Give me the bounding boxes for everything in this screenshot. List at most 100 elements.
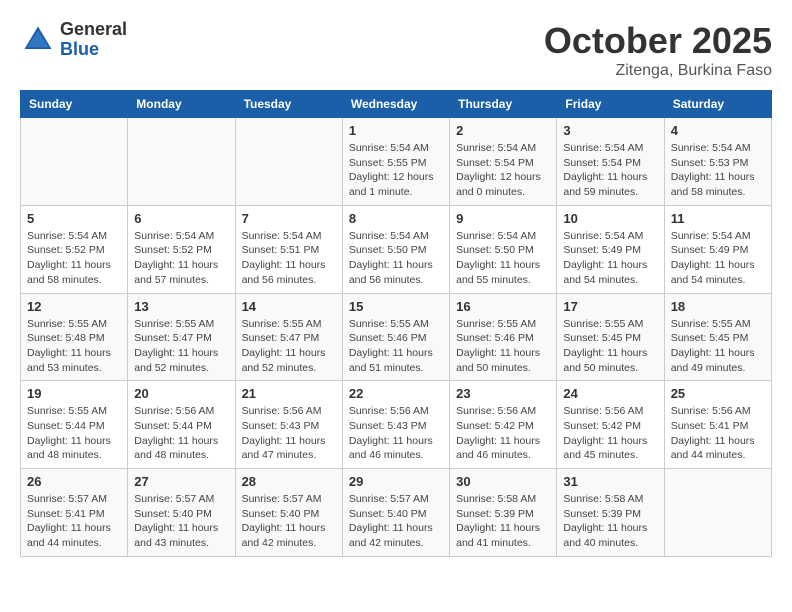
day-number: 12	[27, 299, 121, 314]
day-info: Sunrise: 5:54 AMSunset: 5:51 PMDaylight:…	[242, 229, 336, 288]
calendar-cell: 29 Sunrise: 5:57 AMSunset: 5:40 PMDayligh…	[342, 469, 449, 557]
day-number: 14	[242, 299, 336, 314]
day-info: Sunrise: 5:54 AMSunset: 5:49 PMDaylight:…	[563, 229, 657, 288]
calendar-cell: 2 Sunrise: 5:54 AMSunset: 5:54 PMDaylight…	[450, 118, 557, 206]
day-number: 25	[671, 386, 765, 401]
day-number: 29	[349, 474, 443, 489]
calendar-cell: 4 Sunrise: 5:54 AMSunset: 5:53 PMDaylight…	[664, 118, 771, 206]
day-info: Sunrise: 5:55 AMSunset: 5:47 PMDaylight:…	[242, 317, 336, 376]
day-info: Sunrise: 5:55 AMSunset: 5:47 PMDaylight:…	[134, 317, 228, 376]
day-number: 16	[456, 299, 550, 314]
day-info: Sunrise: 5:55 AMSunset: 5:46 PMDaylight:…	[456, 317, 550, 376]
calendar-body: 1Sunrise: 5:54 AMSunset: 5:55 PMDaylight…	[21, 118, 772, 557]
day-number: 27	[134, 474, 228, 489]
day-info: Sunrise: 5:56 AMSunset: 5:41 PMDaylight:…	[671, 404, 765, 463]
day-number: 31	[563, 474, 657, 489]
day-info: Sunrise: 5:54 AMSunset: 5:53 PMDaylight:…	[671, 141, 765, 200]
logo: General Blue	[20, 20, 127, 60]
weekday-header-thursday: Thursday	[450, 91, 557, 118]
calendar-cell: 19Sunrise: 5:55 AMSunset: 5:44 PMDayligh…	[21, 381, 128, 469]
weekday-header-wednesday: Wednesday	[342, 91, 449, 118]
calendar-cell: 27 Sunrise: 5:57 AMSunset: 5:40 PMDayligh…	[128, 469, 235, 557]
calendar-cell: 3 Sunrise: 5:54 AMSunset: 5:54 PMDaylight…	[557, 118, 664, 206]
day-number: 11	[671, 211, 765, 226]
calendar-week-1: 5 Sunrise: 5:54 AMSunset: 5:52 PMDaylight…	[21, 205, 772, 293]
day-number: 3	[563, 123, 657, 138]
calendar-cell: 22 Sunrise: 5:56 AMSunset: 5:43 PMDayligh…	[342, 381, 449, 469]
day-info: Sunrise: 5:57 AMSunset: 5:40 PMDaylight:…	[349, 492, 443, 551]
page-header: General Blue October 2025 Zitenga, Burki…	[20, 20, 772, 80]
calendar-cell: 23Sunrise: 5:56 AMSunset: 5:42 PMDayligh…	[450, 381, 557, 469]
day-info: Sunrise: 5:54 AMSunset: 5:50 PMDaylight:…	[349, 229, 443, 288]
calendar-cell: 28Sunrise: 5:57 AMSunset: 5:40 PMDayligh…	[235, 469, 342, 557]
day-info: Sunrise: 5:54 AMSunset: 5:52 PMDaylight:…	[27, 229, 121, 288]
day-number: 22	[349, 386, 443, 401]
weekday-header-saturday: Saturday	[664, 91, 771, 118]
weekday-row: SundayMondayTuesdayWednesdayThursdayFrid…	[21, 91, 772, 118]
day-info: Sunrise: 5:56 AMSunset: 5:43 PMDaylight:…	[349, 404, 443, 463]
day-info: Sunrise: 5:54 AMSunset: 5:50 PMDaylight:…	[456, 229, 550, 288]
weekday-header-tuesday: Tuesday	[235, 91, 342, 118]
calendar-cell: 17Sunrise: 5:55 AMSunset: 5:45 PMDayligh…	[557, 293, 664, 381]
day-number: 10	[563, 211, 657, 226]
day-number: 9	[456, 211, 550, 226]
day-number: 21	[242, 386, 336, 401]
day-number: 24	[563, 386, 657, 401]
calendar-cell	[235, 118, 342, 206]
calendar-cell	[664, 469, 771, 557]
day-number: 1	[349, 123, 443, 138]
day-info: Sunrise: 5:56 AMSunset: 5:42 PMDaylight:…	[456, 404, 550, 463]
logo-icon	[20, 22, 56, 58]
day-info: Sunrise: 5:55 AMSunset: 5:46 PMDaylight:…	[349, 317, 443, 376]
calendar-cell: 16 Sunrise: 5:55 AMSunset: 5:46 PMDayligh…	[450, 293, 557, 381]
day-info: Sunrise: 5:55 AMSunset: 5:45 PMDaylight:…	[563, 317, 657, 376]
day-number: 26	[27, 474, 121, 489]
calendar-cell: 9 Sunrise: 5:54 AMSunset: 5:50 PMDaylight…	[450, 205, 557, 293]
calendar-cell: 26 Sunrise: 5:57 AMSunset: 5:41 PMDayligh…	[21, 469, 128, 557]
day-info: Sunrise: 5:56 AMSunset: 5:42 PMDaylight:…	[563, 404, 657, 463]
day-number: 20	[134, 386, 228, 401]
day-info: Sunrise: 5:57 AMSunset: 5:41 PMDaylight:…	[27, 492, 121, 551]
calendar-cell: 14 Sunrise: 5:55 AMSunset: 5:47 PMDayligh…	[235, 293, 342, 381]
calendar-cell: 12Sunrise: 5:55 AMSunset: 5:48 PMDayligh…	[21, 293, 128, 381]
day-number: 2	[456, 123, 550, 138]
calendar-cell: 24 Sunrise: 5:56 AMSunset: 5:42 PMDayligh…	[557, 381, 664, 469]
calendar-cell	[21, 118, 128, 206]
calendar-cell: 5 Sunrise: 5:54 AMSunset: 5:52 PMDaylight…	[21, 205, 128, 293]
calendar-cell: 8 Sunrise: 5:54 AMSunset: 5:50 PMDaylight…	[342, 205, 449, 293]
day-info: Sunrise: 5:56 AMSunset: 5:44 PMDaylight:…	[134, 404, 228, 463]
weekday-header-friday: Friday	[557, 91, 664, 118]
day-info: Sunrise: 5:58 AMSunset: 5:39 PMDaylight:…	[456, 492, 550, 551]
calendar-table: SundayMondayTuesdayWednesdayThursdayFrid…	[20, 90, 772, 557]
day-number: 18	[671, 299, 765, 314]
logo-blue-text: Blue	[60, 40, 127, 60]
calendar-cell: 15 Sunrise: 5:55 AMSunset: 5:46 PMDayligh…	[342, 293, 449, 381]
calendar-cell: 20 Sunrise: 5:56 AMSunset: 5:44 PMDayligh…	[128, 381, 235, 469]
calendar-cell: 25 Sunrise: 5:56 AMSunset: 5:41 PMDayligh…	[664, 381, 771, 469]
logo-general-text: General	[60, 20, 127, 40]
calendar-cell: 10 Sunrise: 5:54 AMSunset: 5:49 PMDayligh…	[557, 205, 664, 293]
day-info: Sunrise: 5:58 AMSunset: 5:39 PMDaylight:…	[563, 492, 657, 551]
calendar-cell: 6Sunrise: 5:54 AMSunset: 5:52 PMDaylight…	[128, 205, 235, 293]
day-number: 19	[27, 386, 121, 401]
calendar-cell: 18 Sunrise: 5:55 AMSunset: 5:45 PMDayligh…	[664, 293, 771, 381]
calendar-week-0: 1Sunrise: 5:54 AMSunset: 5:55 PMDaylight…	[21, 118, 772, 206]
day-info: Sunrise: 5:54 AMSunset: 5:54 PMDaylight:…	[456, 141, 550, 200]
calendar-cell: 31 Sunrise: 5:58 AMSunset: 5:39 PMDayligh…	[557, 469, 664, 557]
logo-text: General Blue	[60, 20, 127, 60]
day-info: Sunrise: 5:55 AMSunset: 5:45 PMDaylight:…	[671, 317, 765, 376]
calendar-cell: 21 Sunrise: 5:56 AMSunset: 5:43 PMDayligh…	[235, 381, 342, 469]
day-number: 4	[671, 123, 765, 138]
title-block: October 2025 Zitenga, Burkina Faso	[544, 20, 772, 80]
calendar-cell: 13 Sunrise: 5:55 AMSunset: 5:47 PMDayligh…	[128, 293, 235, 381]
day-number: 8	[349, 211, 443, 226]
day-number: 6	[134, 211, 228, 226]
calendar-cell: 30Sunrise: 5:58 AMSunset: 5:39 PMDayligh…	[450, 469, 557, 557]
day-info: Sunrise: 5:56 AMSunset: 5:43 PMDaylight:…	[242, 404, 336, 463]
day-info: Sunrise: 5:54 AMSunset: 5:54 PMDaylight:…	[563, 141, 657, 200]
day-number: 15	[349, 299, 443, 314]
day-number: 7	[242, 211, 336, 226]
day-info: Sunrise: 5:57 AMSunset: 5:40 PMDaylight:…	[134, 492, 228, 551]
day-number: 13	[134, 299, 228, 314]
day-number: 5	[27, 211, 121, 226]
